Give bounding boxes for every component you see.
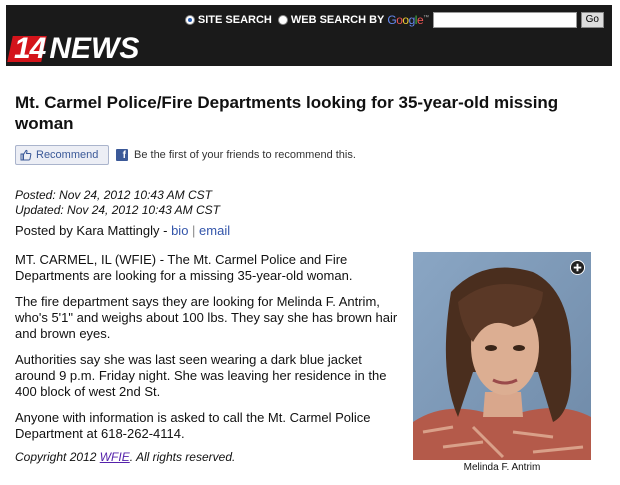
article-paragraph: The fire department says they are lookin… — [15, 294, 398, 341]
photo-caption: Melinda F. Antrim — [463, 462, 541, 473]
site-search-label[interactable]: SITE SEARCH — [198, 14, 272, 26]
copyright: Copyright 2012 WFIE. All rights reserved… — [15, 450, 236, 464]
site-header: 14 NEWS SITE SEARCH WEB SEARCH BY Google… — [6, 5, 612, 66]
site-search-radio[interactable] — [184, 15, 195, 25]
portrait-image — [413, 252, 591, 460]
logo-word: NEWS — [49, 32, 140, 65]
bio-link[interactable]: bio — [171, 223, 188, 238]
email-link[interactable]: email — [199, 223, 230, 238]
web-search-radio[interactable] — [277, 15, 288, 25]
logo-number: 14 — [7, 34, 47, 64]
plus-circle-icon[interactable] — [570, 260, 585, 275]
station-logo[interactable]: 14 NEWS — [7, 32, 140, 65]
google-logo: Google™ — [387, 13, 429, 27]
web-search-label[interactable]: WEB SEARCH BY — [291, 14, 385, 26]
article-headline: Mt. Carmel Police/Fire Departments looki… — [15, 93, 559, 133]
thumbs-up-icon — [20, 149, 32, 161]
article-paragraph: MT. CARMEL, IL (WFIE) - The Mt. Carmel P… — [15, 252, 353, 283]
article-paragraph: Anyone with information is asked to call… — [15, 410, 371, 441]
search-input[interactable] — [432, 12, 577, 28]
byline-author: Posted by Kara Mattingly - — [15, 223, 172, 238]
recommend-button[interactable]: Recommend — [15, 145, 109, 165]
byline-separator: | — [188, 223, 200, 238]
wfie-link[interactable]: WFIE — [100, 450, 130, 464]
facebook-prompt: Be the first of your friends to recommen… — [134, 149, 356, 161]
updated-timestamp: Updated: Nov 24, 2012 10:43 AM CST — [15, 203, 221, 217]
article-photo[interactable] — [413, 252, 591, 460]
search-bar: SITE SEARCH WEB SEARCH BY Google™ Go — [184, 10, 604, 30]
go-button[interactable]: Go — [580, 12, 604, 28]
article-paragraph: Authorities say she was last seen wearin… — [15, 352, 387, 399]
posted-timestamp: Posted: Nov 24, 2012 10:43 AM CST — [15, 188, 212, 202]
recommend-label: Recommend — [36, 149, 99, 161]
byline: Posted by Kara Mattingly - bio | email — [15, 223, 230, 238]
facebook-icon: f — [116, 149, 128, 161]
